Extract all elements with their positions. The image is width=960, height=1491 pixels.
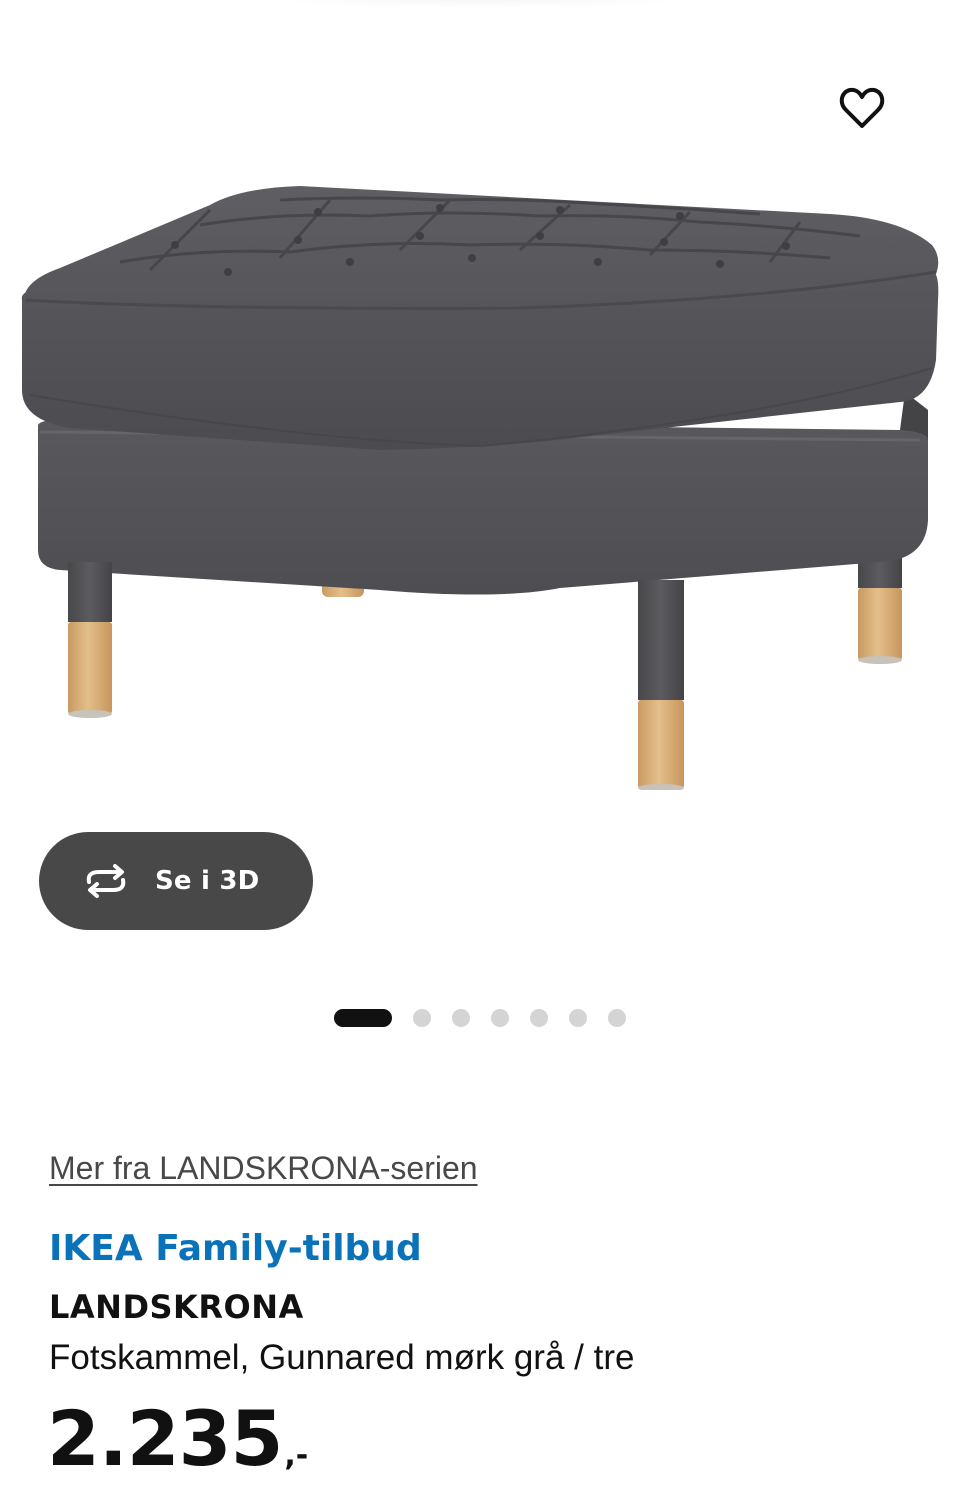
front-leg-left-wood bbox=[68, 622, 112, 714]
product-gallery[interactable]: Se i 3D bbox=[0, 0, 960, 1060]
view-3d-label: Se i 3D bbox=[155, 866, 260, 896]
offer-label: IKEA Family-tilbud bbox=[49, 1228, 422, 1269]
carousel-dot-1[interactable] bbox=[334, 1009, 392, 1027]
back-leg-right-wood bbox=[858, 588, 902, 660]
carousel-indicator bbox=[334, 1008, 626, 1028]
rotate-3d-icon bbox=[81, 864, 133, 898]
carousel-dot-4[interactable] bbox=[491, 1009, 509, 1027]
product-description: Fotskammel, Gunnared mørk grå / tre bbox=[49, 1338, 635, 1377]
price-suffix: ,- bbox=[284, 1438, 309, 1473]
heart-outline-icon bbox=[839, 87, 885, 128]
carousel-dot-2[interactable] bbox=[413, 1009, 431, 1027]
front-leg-right-fabric bbox=[638, 580, 684, 700]
series-link[interactable]: Mer fra LANDSKRONA-serien bbox=[49, 1150, 478, 1187]
cushion-top bbox=[24, 186, 939, 310]
front-leg-right-wood bbox=[638, 700, 684, 788]
carousel-dot-7[interactable] bbox=[608, 1009, 626, 1027]
favorite-button[interactable] bbox=[830, 78, 894, 138]
carousel-dot-6[interactable] bbox=[569, 1009, 587, 1027]
header-shadow bbox=[230, 0, 730, 10]
carousel-dot-5[interactable] bbox=[530, 1009, 548, 1027]
price-amount: 2.235 bbox=[47, 1394, 283, 1483]
product-price: 2.235 ,- bbox=[47, 1398, 308, 1480]
product-image[interactable] bbox=[0, 150, 960, 790]
product-page: Se i 3D Mer fra LANDSKRONA-serien IKEA F… bbox=[0, 0, 960, 1491]
carousel-dot-3[interactable] bbox=[452, 1009, 470, 1027]
view-3d-button[interactable]: Se i 3D bbox=[39, 832, 313, 930]
front-leg-left-fabric bbox=[68, 562, 112, 622]
product-name: LANDSKRONA bbox=[49, 1288, 304, 1326]
